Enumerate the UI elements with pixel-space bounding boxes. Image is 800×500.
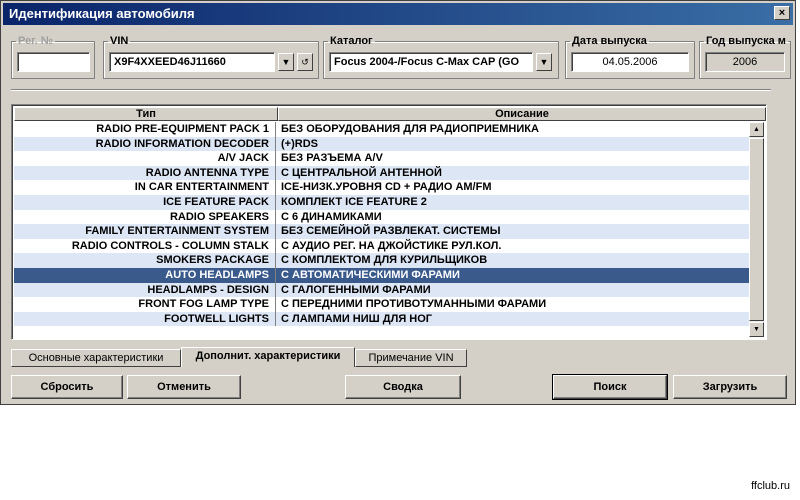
table-row[interactable]: RADIO CONTROLS - COLUMN STALK С АУДИО РЕГ…	[14, 238, 750, 254]
table-row[interactable]: RADIO ANTENNA TYPE С ЦЕНТРАЛЬНОЙ АНТЕННОЙ	[14, 165, 750, 181]
cell-type: FOOTWELL LIGHTS	[14, 311, 276, 327]
cell-type: ICE FEATURE PACK	[14, 194, 276, 210]
release-date-label: Дата выпуска	[572, 35, 647, 47]
vin-label: VIN	[110, 35, 129, 47]
cell-description: БЕЗ ОБОРУДОВАНИЯ ДЛЯ РАДИОПРИЕМНИКА	[281, 123, 539, 135]
cell-description: БЕЗ РАЗЪЕМА A/V	[281, 152, 383, 165]
release-year-field: 2006	[705, 52, 785, 72]
search-button[interactable]: Поиск	[552, 374, 668, 400]
title-bar[interactable]: Идентификация автомобиля ×	[3, 3, 793, 25]
table-row[interactable]: ICE FEATURE PACK КОМПЛЕКТ ICE FEATURE 2	[14, 194, 750, 210]
cell-description: С ЦЕНТРАЛЬНОЙ АНТЕННОЙ	[281, 166, 442, 179]
cell-type: SMOKERS PACKAGE	[14, 253, 276, 268]
characteristics-table[interactable]: Тип Описание RADIO PRE-EQUIPMENT PACK 1 Б…	[11, 104, 767, 340]
cell-description: С ГАЛОГЕННЫМИ ФАРАМИ	[281, 283, 431, 296]
table-row[interactable]: SMOKERS PACKAGE С КОМПЛЕКТОМ ДЛЯ КУРИЛЬЩИ…	[14, 253, 750, 268]
cell-description: БЕЗ СЕМЕЙНОЙ РАЗВЛЕКАТ. СИСТЕМЫ	[281, 225, 501, 238]
cell-type: RADIO INFORMATION DECODER	[14, 136, 276, 152]
watermark: ffclub.ru	[751, 480, 790, 492]
vin-input[interactable]: X9F4XXEED46J11660	[109, 52, 275, 72]
separator	[11, 89, 771, 91]
tab-vin-note[interactable]: Примечание VIN	[355, 349, 467, 367]
arrow-up-icon: ▲	[753, 126, 760, 133]
scroll-down-button[interactable]: ▼	[749, 322, 764, 337]
cell-description: С АУДИО РЕГ. НА ДЖОЙСТИКЕ РУЛ.КОЛ.	[281, 239, 502, 252]
cell-type: RADIO ANTENNA TYPE	[14, 165, 276, 181]
cell-description: (+)RDS	[281, 137, 318, 150]
tab-additional-characteristics[interactable]: Дополнит. характеристики	[181, 347, 355, 367]
summary-button[interactable]: Сводка	[345, 375, 461, 399]
cell-description: С ЛАМПАМИ НИШ ДЛЯ НОГ	[281, 312, 433, 325]
identification-window: Идентификация автомобиля × Рег. № VIN X9…	[0, 0, 796, 405]
vin-refresh-button[interactable]: ↺	[297, 53, 313, 71]
cell-description: С АВТОМАТИЧЕСКИМИ ФАРАМИ	[281, 268, 460, 281]
cell-type: RADIO PRE-EQUIPMENT PACK 1	[14, 122, 276, 137]
table-row[interactable]: AUTO HEADLAMPS С АВТОМАТИЧЕСКИМИ ФАРАМИ	[14, 267, 750, 283]
close-icon: ×	[778, 7, 786, 19]
cell-type: RADIO CONTROLS - COLUMN STALK	[14, 238, 276, 254]
scroll-up-button[interactable]: ▲	[749, 122, 764, 137]
table-row[interactable]: RADIO PRE-EQUIPMENT PACK 1 БЕЗ ОБОРУДОВАН…	[14, 122, 750, 137]
vertical-scrollbar[interactable]: ▲ ▼	[749, 122, 764, 337]
table-body: RADIO PRE-EQUIPMENT PACK 1 БЕЗ ОБОРУДОВАН…	[14, 122, 750, 327]
table-header: Тип Описание	[14, 107, 766, 121]
vin-dropdown-button[interactable]: ▼	[278, 53, 294, 71]
tab-main-characteristics[interactable]: Основные характеристики	[11, 349, 181, 367]
column-header-type[interactable]: Тип	[14, 107, 278, 121]
release-date-input[interactable]: 04.05.2006	[571, 52, 689, 72]
cell-type: IN CAR ENTERTAINMENT	[14, 180, 276, 195]
table-row[interactable]: RADIO INFORMATION DECODER (+)RDS	[14, 136, 750, 152]
arrow-down-icon: ▼	[753, 326, 760, 333]
column-header-description[interactable]: Описание	[278, 107, 766, 121]
cell-type: AUTO HEADLAMPS	[14, 267, 276, 283]
table-row[interactable]: HEADLAMPS - DESIGN С ГАЛОГЕННЫМИ ФАРАМИ	[14, 282, 750, 298]
cell-description: С ПЕРЕДНИМИ ПРОТИВОТУМАННЫМИ ФАРАМИ	[281, 298, 547, 311]
reset-button[interactable]: Сбросить	[11, 375, 123, 399]
table-row[interactable]: RADIO SPEAKERS С 6 ДИНАМИКАМИ	[14, 209, 750, 225]
chevron-down-icon: ▼	[281, 57, 291, 67]
table-row[interactable]: FAMILY ENTERTAINMENT SYSTEM БЕЗ СЕМЕЙНОЙ …	[14, 224, 750, 239]
catalog-label: Каталог	[330, 35, 373, 47]
table-row[interactable]: IN CAR ENTERTAINMENT ICE-НИЗК.УРОВНЯ CD +…	[14, 180, 750, 195]
cell-type: FAMILY ENTERTAINMENT SYSTEM	[14, 224, 276, 239]
cell-description: С 6 ДИНАМИКАМИ	[281, 210, 382, 223]
cell-type: RADIO SPEAKERS	[14, 209, 276, 225]
catalog-select[interactable]: Focus 2004-/Focus C-Max CAP (GO	[329, 52, 533, 72]
cell-type: FRONT FOG LAMP TYPE	[14, 297, 276, 312]
cell-description: С КОМПЛЕКТОМ ДЛЯ КУРИЛЬЩИКОВ	[281, 254, 488, 267]
window-title: Идентификация автомобиля	[9, 6, 195, 21]
cell-description: ICE-НИЗК.УРОВНЯ CD + РАДИО AM/FM	[281, 181, 492, 194]
close-button[interactable]: ×	[774, 6, 790, 20]
cell-description: КОМПЛЕКТ ICE FEATURE 2	[281, 195, 427, 208]
load-button[interactable]: Загрузить	[673, 375, 787, 399]
refresh-icon: ↺	[301, 57, 309, 67]
cell-type: A/V JACK	[14, 151, 276, 166]
scroll-thumb[interactable]	[749, 138, 764, 321]
table-row[interactable]: A/V JACK БЕЗ РАЗЪЕМА A/V	[14, 151, 750, 166]
reg-input[interactable]	[17, 52, 90, 72]
table-row[interactable]: FRONT FOG LAMP TYPE С ПЕРЕДНИМИ ПРОТИВОТУ…	[14, 297, 750, 312]
reg-label: Рег. №	[18, 35, 54, 47]
cancel-button[interactable]: Отменить	[127, 375, 241, 399]
catalog-dropdown-button[interactable]: ▼	[536, 53, 552, 71]
chevron-down-icon: ▼	[539, 57, 549, 67]
cell-type: HEADLAMPS - DESIGN	[14, 282, 276, 298]
release-year-label: Год выпуска м	[706, 35, 786, 47]
table-row[interactable]: FOOTWELL LIGHTS С ЛАМПАМИ НИШ ДЛЯ НОГ	[14, 311, 750, 327]
